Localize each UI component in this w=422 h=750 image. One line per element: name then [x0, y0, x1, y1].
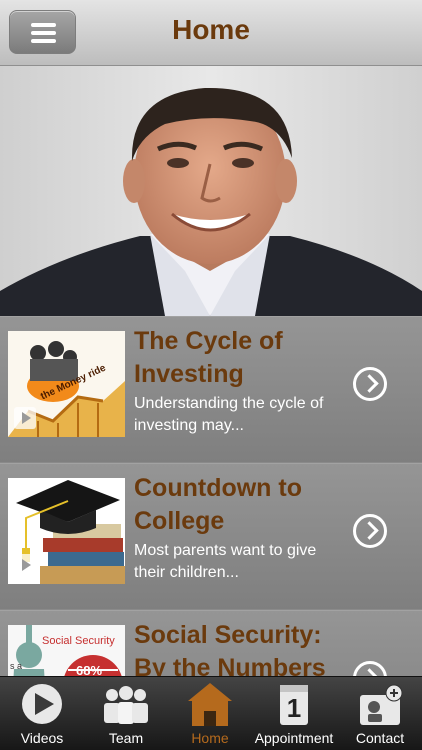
social-security-statue-liberty-thumbnail: Social Security s a 68% — [8, 625, 125, 676]
play-icon — [0, 681, 84, 727]
tab-bar: Videos Team Home 1 Appointment Contact — [0, 676, 422, 750]
calendar-icon: 1 — [252, 681, 336, 727]
chevron-right-icon[interactable] — [353, 661, 387, 676]
money-ride-rollercoaster-thumbnail: the Money ride — [8, 331, 125, 437]
tab-appointment[interactable]: 1 Appointment — [252, 677, 336, 750]
home-icon — [168, 681, 252, 727]
tab-label: Home — [191, 730, 229, 746]
tab-home[interactable]: Home — [168, 677, 252, 750]
article-description: Understanding the cycle of investing may… — [134, 395, 324, 434]
play-icon — [14, 407, 36, 429]
article-title[interactable]: Social Security: By the Numbers — [134, 619, 334, 676]
tab-team[interactable]: Team — [84, 677, 168, 750]
thumbnail-percentage: 68% — [76, 663, 103, 676]
article-title[interactable]: The Cycle of Investing — [134, 325, 334, 391]
calendar-day: 1 — [286, 693, 302, 723]
article-list[interactable]: the Money ride The Cycle of Investing Un… — [0, 316, 422, 676]
portrait-illustration — [0, 87, 422, 316]
tab-label: Appointment — [254, 730, 334, 746]
page-title: Home — [172, 14, 250, 45]
chevron-right-icon[interactable] — [353, 514, 387, 548]
tab-contact[interactable]: Contact — [338, 677, 422, 750]
list-item[interactable]: the Money ride The Cycle of Investing Un… — [0, 316, 422, 462]
tab-label: Videos — [20, 730, 64, 746]
app-header: Home — [0, 0, 422, 66]
graduation-cap-books-thumbnail — [8, 478, 125, 584]
thumbnail-small-text: s a — [10, 661, 23, 671]
article-description: Most parents want to give their children… — [134, 542, 317, 581]
tab-videos[interactable]: Videos — [0, 677, 84, 750]
tab-label: Team — [108, 730, 144, 746]
list-item[interactable]: Countdown to College Most parents want t… — [0, 463, 422, 609]
contact-card-icon — [338, 681, 422, 727]
chevron-right-icon[interactable] — [353, 367, 387, 401]
team-icon — [84, 681, 168, 727]
play-icon — [14, 554, 36, 576]
article-title[interactable]: Countdown to College — [134, 472, 334, 538]
thumbnail-caption: Social Security — [42, 635, 115, 647]
advisor-portrait-photo — [0, 66, 422, 316]
list-item[interactable]: Social Security s a 68% Social Security:… — [0, 610, 422, 676]
tab-label: Contact — [355, 730, 405, 746]
